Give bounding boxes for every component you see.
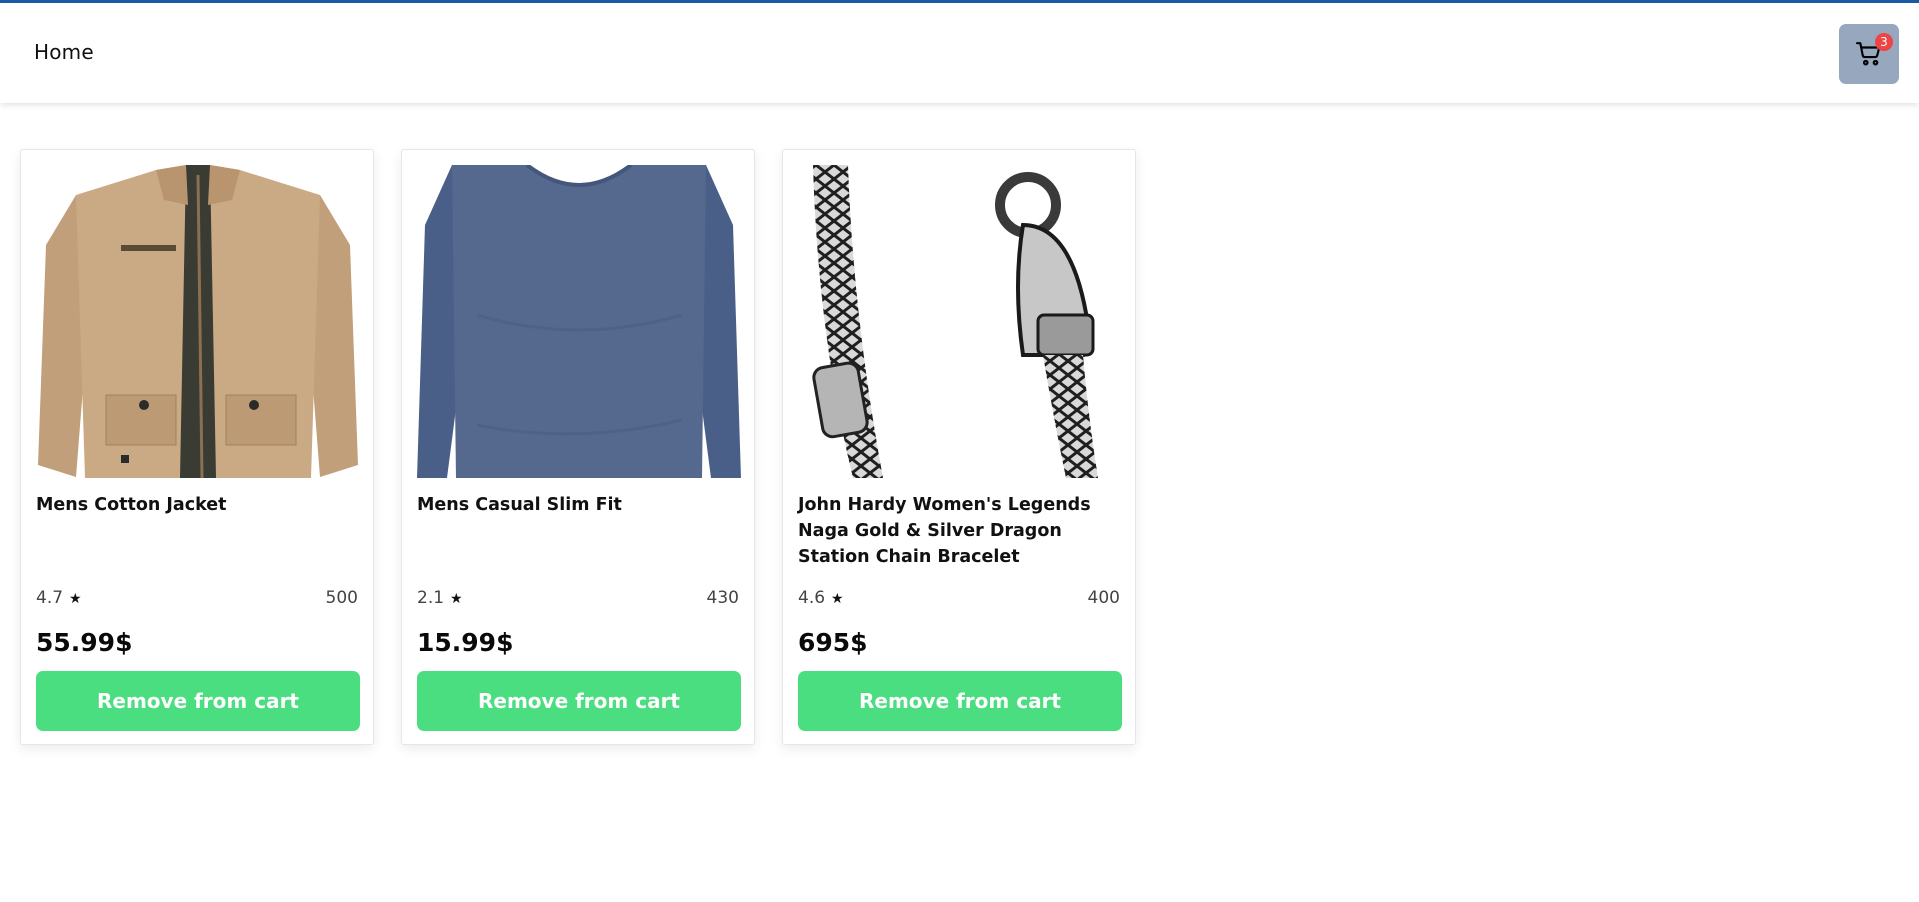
product-price: 695$ xyxy=(798,628,868,657)
product-price: 55.99$ xyxy=(36,628,133,657)
star-icon: ★ xyxy=(69,591,82,607)
rating-count: 430 xyxy=(706,588,739,608)
rating-count: 500 xyxy=(325,588,358,608)
remove-from-cart-button[interactable]: Remove from cart xyxy=(417,671,741,731)
product-rating: 4.7 ★ xyxy=(36,588,82,608)
product-card: Mens Casual Slim Fit 2.1 ★ 430 15.99$ Rem… xyxy=(401,149,755,745)
star-icon: ★ xyxy=(450,591,463,607)
rating-value: 4.6 xyxy=(798,588,826,608)
product-title: Mens Cotton Jacket xyxy=(36,495,227,515)
remove-from-cart-button[interactable]: Remove from cart xyxy=(798,671,1122,731)
product-image-jacket xyxy=(36,165,360,478)
product-title: Mens Casual Slim Fit xyxy=(417,495,622,515)
cart-count-badge: 3 xyxy=(1875,33,1893,51)
product-title: John Hardy Women's Legends Naga Gold & S… xyxy=(798,495,1091,567)
rating-value: 2.1 xyxy=(417,588,445,608)
cart-button[interactable]: 3 xyxy=(1839,24,1899,84)
product-rating: 2.1 ★ xyxy=(417,588,463,608)
product-image-bracelet xyxy=(798,165,1122,478)
rating-count: 400 xyxy=(1087,588,1120,608)
home-link[interactable]: Home xyxy=(34,40,94,64)
product-card: Mens Cotton Jacket 4.7 ★ 500 55.99$ Remov… xyxy=(20,149,374,745)
remove-from-cart-button[interactable]: Remove from cart xyxy=(36,671,360,731)
app-header: Home 3 xyxy=(0,3,1919,103)
product-card: John Hardy Women's Legends Naga Gold & S… xyxy=(782,149,1136,745)
product-image-tshirt xyxy=(417,165,741,478)
rating-value: 4.7 xyxy=(36,588,64,608)
product-rating: 4.6 ★ xyxy=(798,588,844,608)
product-price: 15.99$ xyxy=(417,628,514,657)
star-icon: ★ xyxy=(831,591,844,607)
